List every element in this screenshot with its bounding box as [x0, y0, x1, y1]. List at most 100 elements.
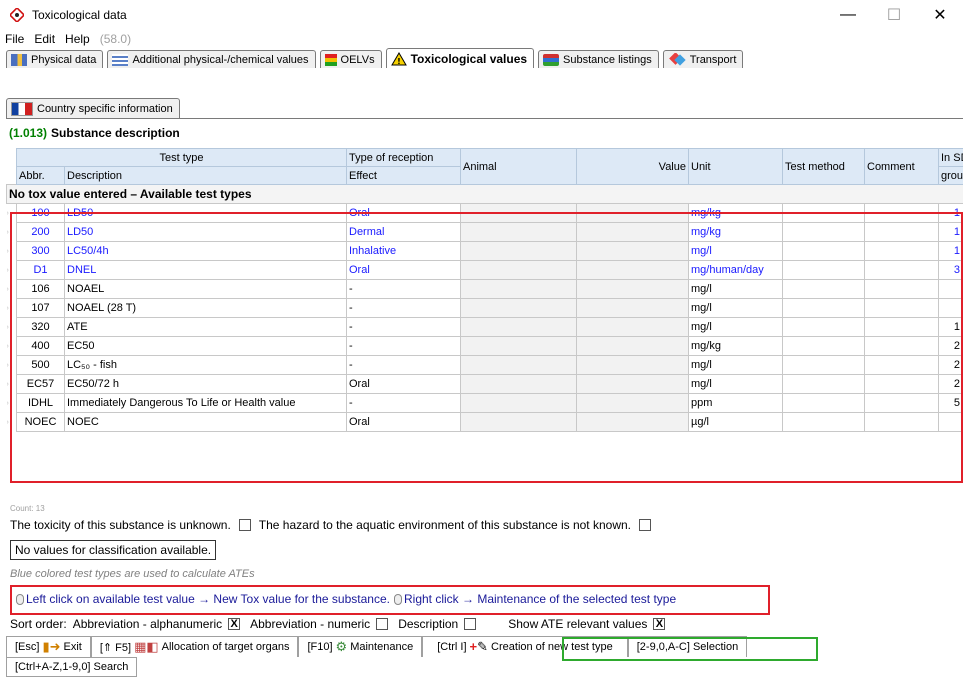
cell-unit[interactable]: µg/l: [688, 412, 783, 432]
cell-animal[interactable]: [460, 412, 577, 432]
tab-additional-values[interactable]: Additional physical-/chemical values: [107, 50, 316, 68]
header-effect[interactable]: Effect: [346, 166, 461, 185]
sort-numeric-checkbox[interactable]: [376, 618, 389, 630]
cell-abbr[interactable]: 300: [16, 241, 65, 261]
cell-value[interactable]: [576, 412, 689, 432]
cell-unit[interactable]: mg/l: [688, 355, 783, 375]
cell-group[interactable]: 1: [938, 241, 963, 261]
cell-abbr[interactable]: 400: [16, 336, 65, 356]
cell-value[interactable]: [576, 222, 689, 242]
cell-reception[interactable]: Oral: [346, 203, 461, 223]
cell-comment[interactable]: [864, 317, 939, 337]
cell-test-method[interactable]: [782, 412, 865, 432]
cell-abbr[interactable]: 500: [16, 355, 65, 375]
cell-unit[interactable]: mg/kg: [688, 203, 783, 223]
cell-animal[interactable]: [460, 298, 577, 318]
table-row[interactable]: › D1 DNEL Oral mg/human/day 3: [7, 260, 963, 280]
header-value[interactable]: Value: [576, 148, 689, 185]
cell-value[interactable]: [576, 393, 689, 413]
cell-description[interactable]: LD50: [64, 222, 347, 242]
cell-group[interactable]: 1: [938, 203, 963, 223]
cell-animal[interactable]: [460, 203, 577, 223]
cell-animal[interactable]: [460, 260, 577, 280]
header-animal[interactable]: Animal: [460, 148, 577, 185]
cell-description[interactable]: LC₅₀ - fish: [64, 355, 347, 375]
cell-reception[interactable]: -: [346, 317, 461, 337]
cell-abbr[interactable]: 106: [16, 279, 65, 299]
cell-abbr[interactable]: NOEC: [16, 412, 65, 432]
cell-abbr[interactable]: IDHL: [16, 393, 65, 413]
cell-group[interactable]: [938, 279, 963, 299]
cell-value[interactable]: [576, 298, 689, 318]
cell-test-method[interactable]: [782, 241, 865, 261]
header-in-sds[interactable]: In SD: [938, 148, 963, 167]
cell-animal[interactable]: [460, 279, 577, 299]
cell-comment[interactable]: [864, 279, 939, 299]
tox-unknown-checkbox[interactable]: [238, 519, 251, 531]
cell-test-method[interactable]: [782, 355, 865, 375]
table-row[interactable]: › 100 LD50 Oral mg/kg 1: [7, 203, 963, 223]
cell-description[interactable]: ATE: [64, 317, 347, 337]
cell-value[interactable]: [576, 355, 689, 375]
tab-country-specific[interactable]: Country specific information: [6, 98, 180, 118]
menu-file[interactable]: File: [0, 32, 30, 46]
cell-test-method[interactable]: [782, 336, 865, 356]
cell-comment[interactable]: [864, 412, 939, 432]
cell-test-method[interactable]: [782, 298, 865, 318]
new-test-type-button[interactable]: [Ctrl I] +✎ Creation of new test type: [422, 636, 628, 657]
sort-desc-checkbox[interactable]: [464, 618, 477, 630]
cell-value[interactable]: [576, 203, 689, 223]
cell-test-method[interactable]: [782, 393, 865, 413]
cell-description[interactable]: LD50: [64, 203, 347, 223]
menu-help[interactable]: Help: [61, 32, 96, 46]
close-button[interactable]: ✕: [917, 0, 963, 30]
cell-group[interactable]: 5: [938, 393, 963, 413]
cell-description[interactable]: NOAEL (28 T): [64, 298, 347, 318]
cell-comment[interactable]: [864, 298, 939, 318]
aquatic-unknown-checkbox[interactable]: [639, 519, 651, 531]
table-row[interactable]: › 106 NOAEL - mg/l: [7, 279, 963, 299]
cell-group[interactable]: 1: [938, 317, 963, 337]
tab-toxicological-values[interactable]: ! Toxicological values: [385, 48, 535, 68]
cell-animal[interactable]: [460, 241, 577, 261]
cell-reception[interactable]: Oral: [346, 412, 461, 432]
cell-comment[interactable]: [864, 203, 939, 223]
cell-unit[interactable]: mg/kg: [688, 222, 783, 242]
cell-abbr[interactable]: D1: [16, 260, 65, 280]
table-row[interactable]: › NOEC NOEC Oral µg/l: [7, 412, 963, 432]
cell-description[interactable]: NOAEL: [64, 279, 347, 299]
table-row[interactable]: › 400 EC50- mg/kg 2: [7, 336, 963, 356]
cell-unit[interactable]: mg/l: [688, 298, 783, 318]
header-test-method[interactable]: Test method: [782, 148, 865, 185]
selection-button[interactable]: [2-9,0,A-C] Selection: [627, 636, 748, 657]
cell-comment[interactable]: [864, 336, 939, 356]
cell-value[interactable]: [576, 317, 689, 337]
table-row[interactable]: › 107 NOAEL (28 T) - mg/l: [7, 298, 963, 318]
cell-reception[interactable]: -: [346, 393, 461, 413]
cell-group[interactable]: 2: [938, 355, 963, 375]
header-group[interactable]: group: [938, 166, 963, 185]
menu-edit[interactable]: Edit: [30, 32, 61, 46]
cell-unit[interactable]: mg/l: [688, 241, 783, 261]
search-button[interactable]: [Ctrl+A-Z,1-9,0] Search: [6, 657, 138, 677]
cell-reception[interactable]: -: [346, 355, 461, 375]
cell-group[interactable]: 2: [938, 374, 963, 394]
cell-unit[interactable]: ppm: [688, 393, 783, 413]
minimize-button[interactable]: —: [825, 0, 871, 30]
cell-test-method[interactable]: [782, 279, 865, 299]
cell-unit[interactable]: mg/l: [688, 279, 783, 299]
cell-reception[interactable]: -: [346, 336, 461, 356]
target-organs-button[interactable]: [⇑ F5] ▦◧ Allocation of target organs: [90, 636, 299, 657]
table-row[interactable]: › IDHL Immediately Dangerous To Life or He…: [7, 393, 963, 413]
cell-reception[interactable]: Dermal: [346, 222, 461, 242]
tab-substance-listings[interactable]: Substance listings: [538, 50, 659, 68]
cell-test-method[interactable]: [782, 203, 865, 223]
cell-test-method[interactable]: [782, 374, 865, 394]
cell-unit[interactable]: mg/human/day: [688, 260, 783, 280]
cell-comment[interactable]: [864, 393, 939, 413]
header-unit[interactable]: Unit: [688, 148, 783, 185]
cell-comment[interactable]: [864, 241, 939, 261]
table-row[interactable]: › 200 LD50 Dermal mg/kg 1: [7, 222, 963, 242]
cell-group[interactable]: [938, 412, 963, 432]
cell-test-method[interactable]: [782, 317, 865, 337]
